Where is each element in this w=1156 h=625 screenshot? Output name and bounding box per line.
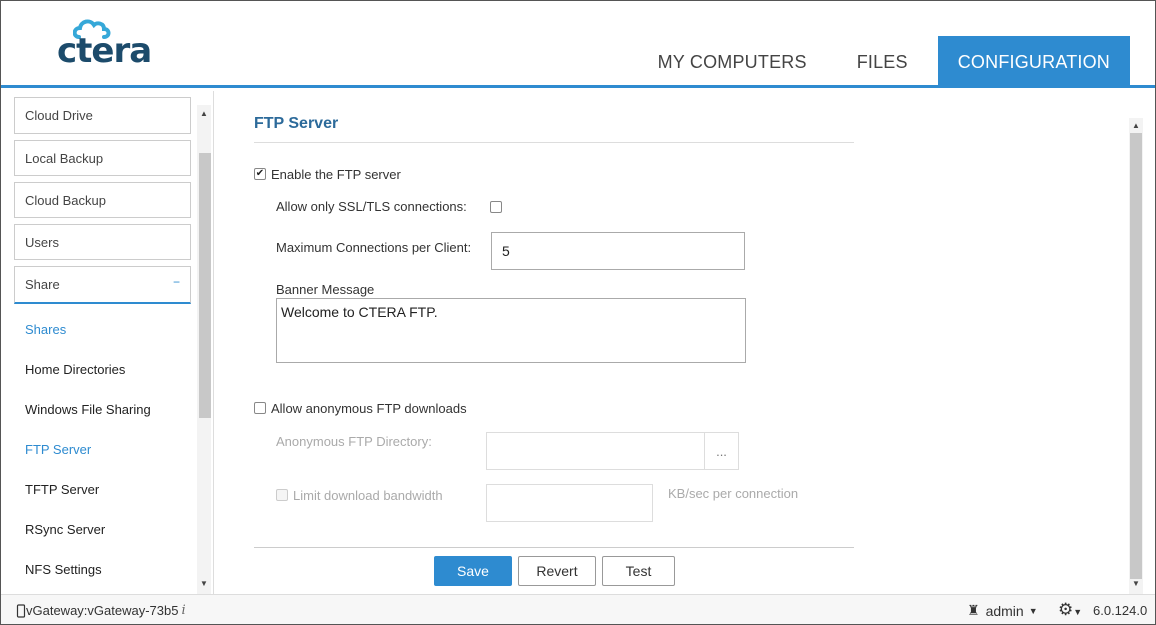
username: admin xyxy=(985,602,1024,619)
sidebar-subitem-shares[interactable]: Shares xyxy=(25,322,66,337)
max-connections-input[interactable]: 5 xyxy=(491,232,745,270)
scroll-down-icon[interactable]: ▼ xyxy=(197,577,211,591)
sidebar-item-label: Local Backup xyxy=(25,150,104,166)
version-label: 6.0.124.0 xyxy=(1093,603,1148,618)
bandwidth-unit-label: KB/sec per connection xyxy=(668,486,799,501)
sidebar-subitem-rsync-server[interactable]: RSync Server xyxy=(25,522,105,537)
sidebar: Cloud Drive Local Backup Cloud Backup Us… xyxy=(1,91,214,594)
title-divider xyxy=(254,142,854,143)
limit-bandwidth-checkbox[interactable] xyxy=(276,489,288,501)
user-menu[interactable]: ♜ admin ▼ xyxy=(967,602,1038,619)
form-divider xyxy=(254,547,854,548)
ctera-logo: ctera xyxy=(55,17,155,73)
anonymous-ftp-label: Allow anonymous FTP downloads xyxy=(271,401,467,416)
main-nav: MY COMPUTERS FILES CONFIGURATION xyxy=(638,36,1130,88)
settings-menu[interactable]: ⚙▼ xyxy=(1058,600,1082,620)
scroll-up-icon[interactable]: ▲ xyxy=(1129,119,1143,133)
tab-configuration[interactable]: CONFIGURATION xyxy=(937,36,1130,88)
logo-text: ctera xyxy=(57,31,152,71)
enable-ftp-checkbox[interactable]: ✔ xyxy=(254,168,266,180)
save-button[interactable]: Save xyxy=(434,556,512,586)
test-button[interactable]: Test xyxy=(602,556,675,586)
scroll-down-icon[interactable]: ▼ xyxy=(1129,577,1143,591)
bandwidth-input[interactable] xyxy=(486,484,653,522)
sidebar-subitem-ftp-server[interactable]: FTP Server xyxy=(25,442,91,457)
sidebar-item-local-backup[interactable]: Local Backup xyxy=(14,140,191,176)
device-name: vGateway:vGateway-73b5 xyxy=(26,603,179,618)
sidebar-subitem-windows-file-sharing[interactable]: Windows File Sharing xyxy=(25,402,151,417)
ssl-only-label: Allow only SSL/TLS connections: xyxy=(276,199,467,214)
tab-files[interactable]: FILES xyxy=(830,36,938,88)
sidebar-subitem-nfs-settings[interactable]: NFS Settings xyxy=(25,562,102,577)
banner-message-textarea[interactable]: Welcome to CTERA FTP. xyxy=(276,298,746,363)
info-icon[interactable]: i xyxy=(181,603,185,618)
anonymous-ftp-checkbox[interactable] xyxy=(254,402,266,414)
sidebar-subitem-tftp-server[interactable]: TFTP Server xyxy=(25,482,99,497)
collapse-icon[interactable]: − xyxy=(173,275,180,289)
sidebar-item-cloud-drive[interactable]: Cloud Drive xyxy=(14,97,191,134)
gear-icon: ⚙ xyxy=(1058,600,1074,619)
sidebar-item-share[interactable]: Share − xyxy=(14,266,191,304)
enable-ftp-label: Enable the FTP server xyxy=(271,167,401,182)
sidebar-item-label: Share xyxy=(25,277,60,292)
sidebar-subitem-home-directories[interactable]: Home Directories xyxy=(25,362,125,377)
chevron-down-icon: ▼ xyxy=(1073,607,1083,617)
status-bar: vGateway:vGateway-73b5 i ♜ admin ▼ ⚙▼ 6.… xyxy=(1,594,1155,624)
top-header: ctera MY COMPUTERS FILES CONFIGURATION xyxy=(1,1,1155,88)
user-icon: ♜ xyxy=(967,602,980,618)
anonymous-dir-label: Anonymous FTP Directory: xyxy=(276,434,432,449)
tab-my-computers[interactable]: MY COMPUTERS xyxy=(638,36,830,88)
main-panel: FTP Server ✔ Enable the FTP server Allow… xyxy=(215,91,1155,594)
chevron-down-icon: ▼ xyxy=(1028,605,1038,616)
sidebar-scroll-thumb[interactable] xyxy=(199,153,211,418)
revert-button[interactable]: Revert xyxy=(518,556,596,586)
banner-message-label: Banner Message xyxy=(276,282,375,297)
sidebar-item-cloud-backup[interactable]: Cloud Backup xyxy=(14,182,191,218)
scroll-up-icon[interactable]: ▲ xyxy=(197,107,211,121)
main-scroll-thumb[interactable] xyxy=(1130,133,1142,579)
device-icon xyxy=(16,603,26,618)
sidebar-item-users[interactable]: Users xyxy=(14,224,191,260)
limit-bandwidth-label: Limit download bandwidth xyxy=(293,488,443,503)
page-title: FTP Server xyxy=(254,115,339,132)
sidebar-item-label: Cloud Drive xyxy=(25,108,93,123)
browse-button[interactable]: ... xyxy=(704,432,739,470)
app-window: ctera MY COMPUTERS FILES CONFIGURATION C… xyxy=(0,0,1156,625)
anonymous-dir-input[interactable] xyxy=(486,432,705,470)
ssl-only-checkbox[interactable] xyxy=(490,201,502,213)
device-info[interactable]: vGateway:vGateway-73b5 i xyxy=(16,603,186,618)
sidebar-item-label: Users xyxy=(25,234,59,250)
sidebar-item-label: Cloud Backup xyxy=(25,192,106,208)
max-connections-label: Maximum Connections per Client: xyxy=(276,240,472,255)
